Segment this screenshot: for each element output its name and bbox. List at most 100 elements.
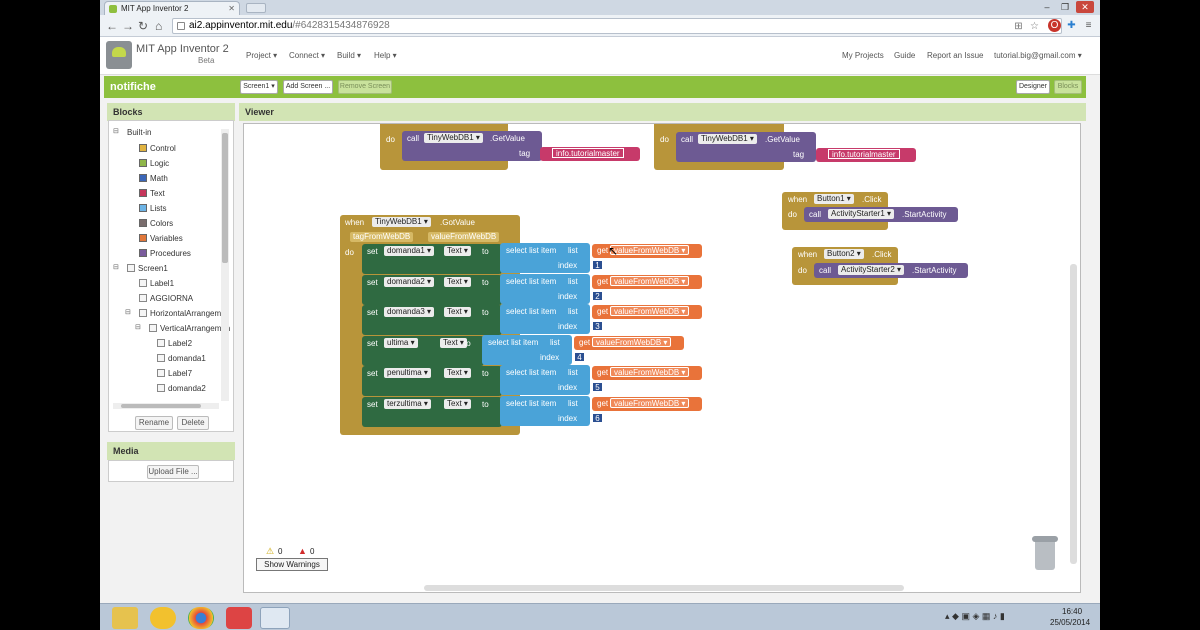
variable-dropdown[interactable]: valueFromWebDB ▾ [610, 367, 690, 377]
tree-component[interactable]: domanda2 [157, 384, 206, 393]
param-tagfromwebdb[interactable]: tagFromWebDB [350, 232, 414, 242]
target-component-dropdown[interactable]: domanda3 ▾ [384, 307, 435, 317]
index-number[interactable]: 5 [592, 382, 603, 392]
text-property-dropdown[interactable]: Text ▾ [444, 368, 471, 378]
file-explorer-icon[interactable] [112, 607, 138, 629]
scrollbar-thumb[interactable] [222, 133, 228, 263]
activitystarter1-dropdown[interactable]: ActivityStarter1 ▾ [828, 209, 895, 219]
variable-dropdown[interactable]: valueFromWebDB ▾ [610, 306, 690, 316]
restore-icon[interactable]: ❐ [1058, 1, 1072, 13]
trash-can-icon[interactable] [1032, 536, 1058, 570]
add-screen-button[interactable]: Add Screen ... [283, 80, 333, 94]
text-property-dropdown[interactable]: Text ▾ [444, 307, 471, 317]
collapse-builtin-icon[interactable]: ⊟ [113, 127, 119, 135]
account-menu[interactable]: tutorial.big@gmail.com ▾ [994, 51, 1082, 60]
target-component-dropdown[interactable]: penultima ▾ [384, 368, 431, 378]
tree-item-text[interactable]: Text [139, 189, 165, 198]
star-icon[interactable]: ☆ [1028, 20, 1041, 33]
delete-button[interactable]: Delete [177, 416, 209, 430]
set-block[interactable] [362, 366, 502, 396]
index-number[interactable]: 2 [592, 290, 603, 301]
link-guide[interactable]: Guide [894, 51, 915, 60]
blocks-button[interactable]: Blocks [1054, 80, 1082, 94]
menu-connect[interactable]: Connect ▾ [289, 51, 325, 60]
link-my-projects[interactable]: My Projects [842, 51, 884, 60]
variable-dropdown[interactable]: valueFromWebDB ▾ [610, 397, 690, 408]
target-component-dropdown[interactable]: terzultima ▾ [384, 398, 431, 409]
menu-project[interactable]: Project ▾ [246, 51, 277, 60]
tree-item-math[interactable]: Math [139, 174, 168, 183]
show-warnings-button[interactable]: Show Warnings [256, 558, 328, 571]
string-value[interactable]: info.tutorialmaster [828, 149, 900, 159]
index-number[interactable]: 1 [592, 260, 603, 270]
reload-icon[interactable]: ↻ [138, 18, 148, 34]
event-component-dropdown[interactable]: TinyWebDB1 ▾ [372, 217, 431, 227]
tree-screen1[interactable]: Screen1 [127, 264, 168, 273]
browser-tab[interactable]: MIT App Inventor 2 ✕ [104, 1, 240, 15]
tree-component[interactable]: Label1 [139, 279, 174, 288]
chrome-active-taskbar-button[interactable] [260, 607, 290, 629]
snipping-tool-icon[interactable] [226, 607, 252, 629]
tree-component[interactable]: Label2 [157, 339, 192, 348]
variable-dropdown[interactable]: valueFromWebDB ▾ [592, 336, 672, 347]
chrome-icon[interactable] [188, 607, 214, 629]
screen-select[interactable]: Screen1 ▾ [240, 80, 278, 94]
tree-builtin[interactable]: Built-in [127, 128, 151, 137]
target-component-dropdown[interactable]: domanda2 ▾ [384, 276, 435, 287]
forward-icon[interactable]: → [122, 18, 134, 34]
tree-item-lists[interactable]: Lists [139, 204, 166, 213]
url-bar[interactable]: ai2.appinventor.mit.edu/#642831543487692… [172, 18, 1062, 34]
tree-vertical-scrollbar[interactable] [221, 129, 229, 401]
tree-item-control[interactable]: Control [139, 144, 176, 153]
back-icon[interactable]: ← [106, 18, 118, 34]
tree-item-colors[interactable]: Colors [139, 219, 173, 228]
tray-icons[interactable]: ▴ ◆ ▣ ◈ ▦ ♪ ▮ [945, 611, 1005, 622]
close-tab-icon[interactable]: ✕ [228, 2, 235, 15]
scrollbar-thumb[interactable] [121, 404, 201, 408]
set-block[interactable] [362, 396, 502, 427]
text-property-dropdown[interactable]: Text ▾ [444, 276, 471, 287]
app-launcher-icon[interactable] [150, 607, 176, 629]
tree-item-variables[interactable]: Variables [139, 234, 183, 243]
remove-screen-button[interactable]: Remove Screen [338, 80, 392, 94]
index-number[interactable]: 3 [592, 321, 603, 331]
tree-item-logic[interactable]: Logic [139, 159, 169, 168]
link-report-issue[interactable]: Report an Issue [927, 51, 983, 60]
index-number[interactable]: 6 [592, 412, 603, 423]
variable-dropdown[interactable]: valueFromWebDB ▾ [610, 275, 690, 286]
string-value[interactable]: info.tutorialmaster [552, 148, 624, 158]
component-dropdown[interactable]: TinyWebDB1 ▾ [698, 134, 757, 144]
tree-component[interactable]: VerticalArrangemen [149, 324, 230, 333]
collapse-horizontal-icon[interactable]: ⊟ [125, 308, 131, 316]
menu-icon[interactable]: ≡ [1082, 19, 1095, 32]
workspace-vertical-scrollbar[interactable] [1070, 264, 1077, 564]
param-valuefromwebdb[interactable]: valueFromWebDB [428, 232, 500, 242]
collapse-screen1-icon[interactable]: ⊟ [113, 263, 119, 271]
blocks-workspace[interactable]: do call TinyWebDB1 ▾ .GetValue tag info.… [243, 123, 1081, 593]
home-icon[interactable]: ⌂ [155, 18, 162, 34]
variable-dropdown[interactable]: valueFromWebDB ▾ [610, 245, 690, 255]
menu-help[interactable]: Help ▾ [374, 51, 397, 60]
button2-dropdown[interactable]: Button2 ▾ [824, 249, 864, 259]
text-property-dropdown[interactable]: Text ▾ [444, 398, 471, 409]
text-property-dropdown[interactable]: Text ▾ [440, 337, 467, 348]
target-component-dropdown[interactable]: domanda1 ▾ [384, 246, 435, 256]
activitystarter2-dropdown[interactable]: ActivityStarter2 ▾ [838, 265, 905, 275]
new-tab-button[interactable] [246, 3, 266, 13]
tree-item-procedures[interactable]: Procedures [139, 249, 191, 258]
tree-component[interactable]: domanda1 [157, 354, 206, 363]
index-number[interactable]: 4 [574, 351, 585, 362]
workspace-horizontal-scrollbar[interactable] [424, 585, 904, 591]
translate-icon[interactable]: ⊞ [1012, 20, 1025, 33]
button1-dropdown[interactable]: Button1 ▾ [814, 194, 854, 204]
minimize-icon[interactable]: – [1040, 1, 1054, 13]
text-property-dropdown[interactable]: Text ▾ [444, 246, 471, 256]
extension-icon[interactable]: ✚ [1065, 19, 1078, 32]
opera-extension-icon[interactable]: O [1048, 19, 1061, 32]
tree-component[interactable]: HorizontalArrangemer [139, 309, 228, 318]
upload-file-button[interactable]: Upload File ... [147, 465, 199, 479]
tree-component[interactable]: AGGIORNA [139, 294, 193, 303]
designer-button[interactable]: Designer [1016, 80, 1050, 94]
rename-button[interactable]: Rename [135, 416, 173, 430]
close-window-icon[interactable]: ✕ [1076, 1, 1094, 13]
